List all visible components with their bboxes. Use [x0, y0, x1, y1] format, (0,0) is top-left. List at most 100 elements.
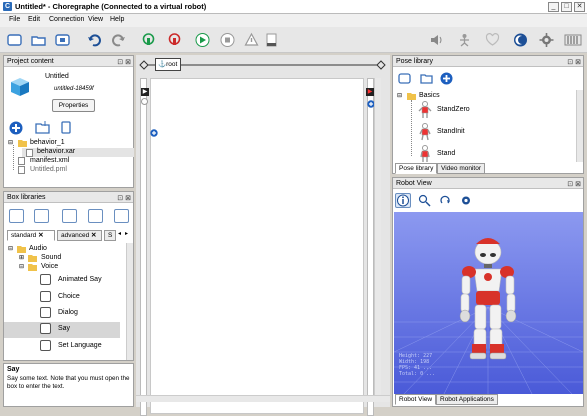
tab-more[interactable]: S: [104, 230, 116, 241]
panel-close-icon[interactable]: ⊠: [575, 59, 581, 66]
sleep-icon[interactable]: [512, 32, 529, 48]
tab-pose-library[interactable]: Pose library: [395, 163, 438, 174]
tab-advanced[interactable]: advanced ✕: [57, 230, 102, 241]
battery-icon: [564, 34, 582, 46]
debug-icon[interactable]: [243, 32, 260, 48]
volume-icon[interactable]: [428, 32, 445, 48]
onstopped-output-icon[interactable]: ▶: [366, 88, 374, 96]
menu-view[interactable]: View: [88, 16, 103, 23]
menu-file[interactable]: File: [9, 16, 20, 23]
add-input-icon[interactable]: [150, 129, 158, 137]
zoom-icon[interactable]: [418, 194, 432, 207]
menu-connection[interactable]: Connection: [49, 16, 84, 23]
tab-close-icon[interactable]: ✕: [91, 232, 96, 239]
minimize-button[interactable]: _: [548, 2, 559, 12]
pose-folder-basics[interactable]: Basics: [419, 92, 440, 99]
panel-close-icon[interactable]: ⊠: [575, 181, 581, 188]
flow-vertical-scrollbar[interactable]: [374, 78, 381, 400]
box-description-panel: Say Say some text. Note that you must op…: [3, 363, 134, 407]
menu-edit[interactable]: Edit: [28, 16, 40, 23]
folder-voice[interactable]: Voice: [41, 263, 58, 270]
tree-expander-icon[interactable]: ⊟: [19, 263, 24, 270]
undock-icon[interactable]: ⊡: [117, 59, 123, 66]
library-settings-icon[interactable]: [88, 209, 103, 223]
box-animated-say[interactable]: Animated Say: [4, 273, 120, 289]
open-project-icon[interactable]: [30, 32, 47, 48]
pose-library-title: Pose library: [396, 58, 433, 65]
close-button[interactable]: ✕: [574, 2, 585, 12]
disconnect-icon[interactable]: [166, 32, 183, 48]
tab-video-monitor[interactable]: Video monitor: [437, 163, 485, 174]
tab-scroll-left-icon[interactable]: ◂: [118, 230, 121, 237]
box-choice[interactable]: Choice: [4, 290, 120, 306]
tree-expander-icon[interactable]: ⊞: [19, 254, 24, 261]
tab-robot-applications[interactable]: Robot Applications: [436, 394, 498, 405]
tree-expander-icon[interactable]: ⊟: [397, 92, 402, 99]
open-pose-library-icon[interactable]: [419, 72, 434, 85]
remove-icon[interactable]: [59, 120, 73, 135]
pose-standzero[interactable]: StandZero: [437, 106, 470, 113]
library-info-icon[interactable]: [62, 209, 77, 223]
tab-close-icon[interactable]: ✕: [38, 232, 43, 239]
tree-item-behavior-xar[interactable]: behavior.xar: [37, 148, 75, 155]
panel-close-icon[interactable]: ⊠: [125, 59, 131, 66]
panel-close-icon[interactable]: ⊠: [125, 195, 131, 202]
add-pose-icon[interactable]: [440, 72, 453, 85]
behavior-canvas[interactable]: [150, 78, 364, 414]
folder-icon: [407, 93, 416, 100]
folder-sound[interactable]: Sound: [41, 254, 61, 261]
rotate-view-icon[interactable]: [439, 194, 453, 207]
pose-standinit[interactable]: StandInit: [437, 128, 465, 135]
library-filter-icon[interactable]: [114, 209, 129, 223]
connect-icon[interactable]: [140, 32, 157, 48]
box-libraries-panel: Box libraries ⊡ ⊠ standard ✕ advanced ✕ …: [3, 191, 134, 361]
flow-horizontal-scrollbar[interactable]: [136, 395, 390, 402]
tab-standard[interactable]: standard ✕: [7, 230, 55, 241]
play-icon[interactable]: [194, 32, 211, 48]
tab-scroll-right-icon[interactable]: ▸: [125, 230, 128, 237]
box-set-language[interactable]: Set Language: [4, 339, 120, 355]
file-icon: [26, 149, 33, 157]
save-project-icon[interactable]: [54, 32, 71, 48]
pose-stand[interactable]: Stand: [437, 150, 455, 157]
redo-icon[interactable]: [110, 32, 127, 48]
menu-help[interactable]: Help: [110, 16, 124, 23]
properties-button[interactable]: Properties: [52, 99, 95, 112]
onstart-input-icon[interactable]: ▶: [141, 88, 149, 96]
settings-icon[interactable]: [538, 32, 555, 48]
breadcrumb-root[interactable]: ⚓root: [155, 58, 181, 71]
pose-list-scrollbar[interactable]: [576, 90, 583, 162]
stop-icon[interactable]: [219, 32, 236, 48]
onstop-input-icon[interactable]: [141, 98, 148, 105]
file-icon: [18, 166, 25, 174]
tree-item-pml[interactable]: Untitled.pml: [30, 166, 67, 173]
autonomous-life-icon[interactable]: [456, 32, 473, 48]
view-settings-icon[interactable]: [459, 194, 473, 207]
add-item-icon[interactable]: [8, 120, 24, 136]
folder-audio[interactable]: Audio: [29, 245, 47, 252]
open-library-icon[interactable]: [34, 209, 49, 223]
tab-robot-view[interactable]: Robot View: [395, 394, 437, 405]
new-project-icon[interactable]: [6, 32, 23, 48]
tree-item-manifest[interactable]: manifest.xml: [30, 157, 69, 164]
box-dialog[interactable]: Dialog: [4, 306, 120, 322]
undo-icon[interactable]: [86, 32, 103, 48]
box-say[interactable]: Say: [4, 322, 120, 338]
render-stats: Height: 227 Width: 198 FPS: 41 ... Total…: [399, 353, 435, 377]
tree-expander-icon[interactable]: ⊟: [8, 139, 13, 146]
new-pose-library-icon[interactable]: [397, 72, 412, 85]
info-icon: [397, 194, 409, 207]
wake-up-icon[interactable]: [484, 32, 501, 48]
maximize-button[interactable]: □: [561, 2, 572, 12]
info-button[interactable]: [395, 193, 411, 208]
import-icon[interactable]: [34, 120, 51, 135]
undock-icon[interactable]: ⊡: [567, 181, 573, 188]
box-libraries-title: Box libraries: [7, 194, 46, 201]
tree-item-behavior-folder[interactable]: behavior_1: [30, 139, 65, 146]
new-box-icon[interactable]: [9, 209, 24, 223]
box-list-scrollbar[interactable]: [126, 243, 133, 360]
flow-diagram-area: ⚓root ▶ ▶: [136, 55, 390, 416]
undock-icon[interactable]: ⊡: [567, 59, 573, 66]
undock-icon[interactable]: ⊡: [117, 195, 123, 202]
tree-expander-icon[interactable]: ⊟: [8, 245, 13, 252]
